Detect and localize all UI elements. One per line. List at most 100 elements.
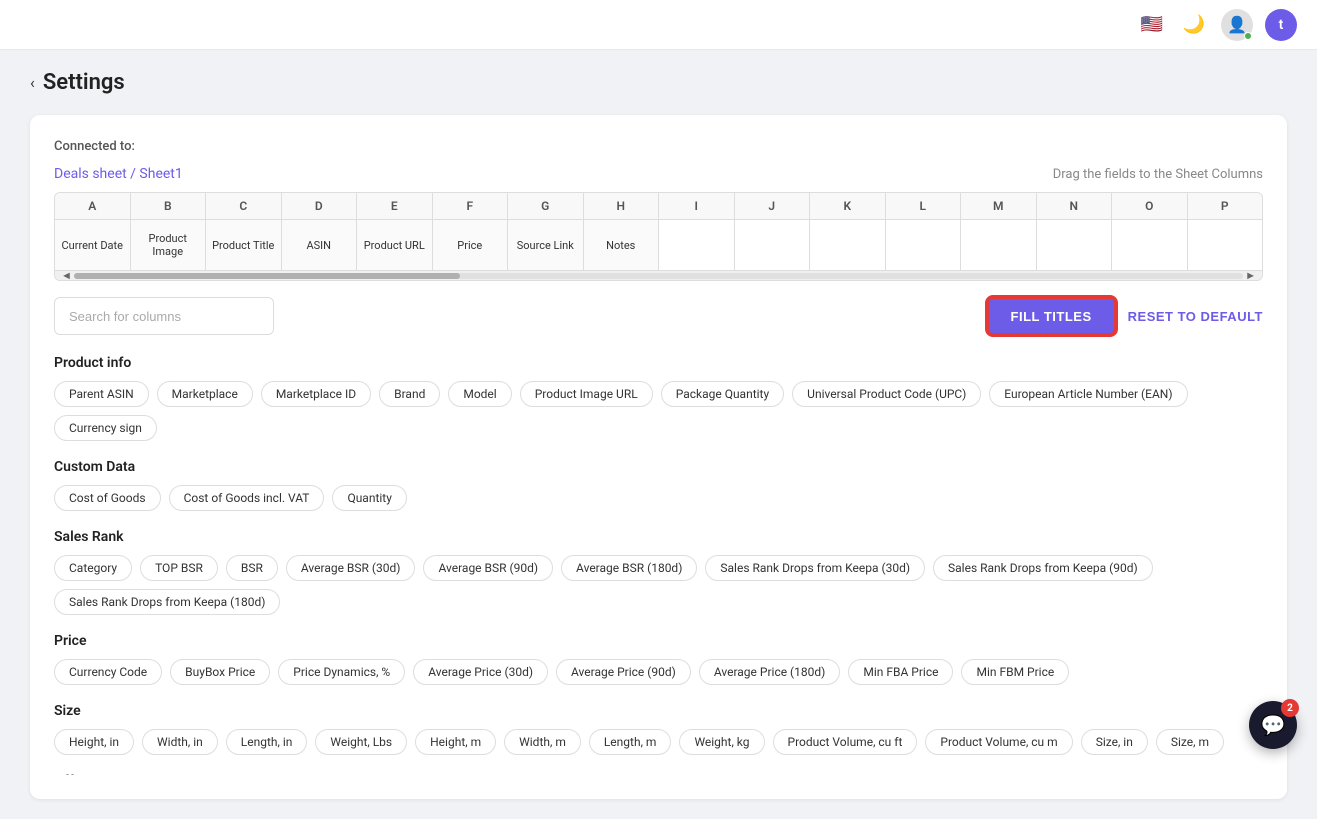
col-cell-h[interactable]: Notes xyxy=(584,220,660,270)
tag-item[interactable]: Average Price (180d) xyxy=(699,659,841,685)
tag-item[interactable]: Currency Code xyxy=(54,659,162,685)
section-title-product-info: Product info xyxy=(54,355,1259,371)
tag-item[interactable]: Weight, kg xyxy=(679,729,764,755)
col-cell-c[interactable]: Product Title xyxy=(206,220,282,270)
col-cell-f[interactable]: Price xyxy=(433,220,509,270)
section-title-custom-data: Custom Data xyxy=(54,459,1259,475)
col-cell-k xyxy=(810,220,886,270)
scroll-right-arrow[interactable]: ► xyxy=(1243,269,1258,281)
col-header-f: F xyxy=(433,193,509,219)
moon-icon[interactable]: 🌙 xyxy=(1179,10,1209,40)
chat-badge: 2 xyxy=(1281,699,1299,717)
tag-item[interactable]: Width, in xyxy=(142,729,218,755)
tag-item[interactable]: Average BSR (180d) xyxy=(561,555,697,581)
col-cell-b[interactable]: Product Image xyxy=(131,220,207,270)
tag-item[interactable]: TOP BSR xyxy=(140,555,218,581)
tag-item[interactable]: Brand xyxy=(379,381,440,407)
tag-item[interactable]: Model xyxy=(448,381,511,407)
col-header-i: I xyxy=(659,193,735,219)
tag-item[interactable]: Sales Rank Drops from Keepa (30d) xyxy=(705,555,925,581)
tag-item[interactable]: European Article Number (EAN) xyxy=(989,381,1187,407)
col-header-d: D xyxy=(282,193,358,219)
section-title-size: Size xyxy=(54,703,1259,719)
tag-item[interactable]: Sales Rank Drops from Keepa (180d) xyxy=(54,589,280,615)
fill-titles-button[interactable]: FILL TITLES xyxy=(987,297,1116,335)
tag-item[interactable]: Quantity xyxy=(332,485,406,511)
sheet-link-row: Deals sheet / Sheet1 Drag the fields to … xyxy=(54,166,1263,182)
tag-item[interactable]: Sales Rank Drops from Keepa (90d) xyxy=(933,555,1153,581)
tag-item[interactable]: Min FBM Price xyxy=(961,659,1069,685)
tag-item[interactable]: Size, m xyxy=(1156,729,1224,755)
page-container: ‹ Settings Connected to: Deals sheet / S… xyxy=(0,50,1317,819)
tag-item[interactable]: Average Price (30d) xyxy=(413,659,548,685)
chat-icon: 💬 xyxy=(1261,713,1286,737)
back-button[interactable]: ‹ xyxy=(30,73,35,92)
section-title-sales-rank: Sales Rank xyxy=(54,529,1259,545)
col-header-c: C xyxy=(206,193,282,219)
tag-item[interactable]: BuyBox Price xyxy=(170,659,270,685)
topbar: 🇺🇸 🌙 👤 t xyxy=(0,0,1317,50)
tag-item[interactable]: Cost of Goods xyxy=(54,485,161,511)
chat-bubble[interactable]: 💬 2 xyxy=(1249,701,1297,749)
tag-item[interactable]: Height, m xyxy=(415,729,496,755)
tag-item[interactable]: Package Quantity xyxy=(661,381,784,407)
tag-item[interactable]: Length, m xyxy=(589,729,672,755)
column-header-row: ABCDEFGHIJKLMNOP xyxy=(55,193,1262,220)
flag-icon[interactable]: 🇺🇸 xyxy=(1137,10,1167,40)
tag-item[interactable]: Width, m xyxy=(504,729,581,755)
col-header-l: L xyxy=(886,193,962,219)
tag-item[interactable]: Product Volume, cu m xyxy=(925,729,1072,755)
col-header-h: H xyxy=(584,193,660,219)
tag-item[interactable]: Product Volume, cu ft xyxy=(773,729,918,755)
tag-item[interactable]: Average BSR (90d) xyxy=(423,555,553,581)
col-cell-m xyxy=(961,220,1037,270)
tag-item[interactable]: Price Dynamics, % xyxy=(278,659,405,685)
col-cell-l xyxy=(886,220,962,270)
tag-item[interactable]: Average BSR (30d) xyxy=(286,555,416,581)
tag-item[interactable]: Category xyxy=(54,555,132,581)
tags-wrap-product-info: Parent ASIN Marketplace Marketplace ID Bran… xyxy=(54,381,1259,441)
col-cell-j xyxy=(735,220,811,270)
user-avatar[interactable]: 👤 xyxy=(1221,9,1253,41)
search-input[interactable] xyxy=(54,297,274,335)
section-title-price: Price xyxy=(54,633,1259,649)
drag-hint: Drag the fields to the Sheet Columns xyxy=(1053,167,1263,182)
col-cell-i xyxy=(659,220,735,270)
tag-item[interactable]: Product Image URL xyxy=(520,381,653,407)
tag-item[interactable]: Marketplace xyxy=(157,381,253,407)
tag-item[interactable]: Height, in xyxy=(54,729,134,755)
column-grid: ABCDEFGHIJKLMNOP Current DateProduct Ima… xyxy=(54,192,1263,281)
col-cell-n xyxy=(1037,220,1113,270)
tag-item[interactable]: Currency sign xyxy=(54,415,157,441)
col-header-k: K xyxy=(810,193,886,219)
tag-item[interactable]: Length, in xyxy=(226,729,308,755)
col-cell-a[interactable]: Current Date xyxy=(55,220,131,270)
reset-default-button[interactable]: RESET TO DEFAULT xyxy=(1128,309,1263,324)
tags-wrap-size: Height, in Width, in Length, in Weight, Lbs… xyxy=(54,729,1259,755)
tag-item[interactable]: Average Price (90d) xyxy=(556,659,691,685)
col-header-g: G xyxy=(508,193,584,219)
scrollbar-row[interactable]: ◄ ► xyxy=(55,270,1262,280)
tag-item[interactable]: Cost of Goods incl. VAT xyxy=(169,485,325,511)
tag-item[interactable]: Min FBA Price xyxy=(848,659,953,685)
col-header-o: O xyxy=(1112,193,1188,219)
settings-card: Connected to: Deals sheet / Sheet1 Drag … xyxy=(30,115,1287,799)
tag-item[interactable]: Weight, Lbs xyxy=(315,729,407,755)
col-header-e: E xyxy=(357,193,433,219)
col-cell-o xyxy=(1112,220,1188,270)
section-title-offers: Offers xyxy=(54,773,1259,775)
col-cell-d[interactable]: ASIN xyxy=(282,220,358,270)
user-initial-avatar[interactable]: t xyxy=(1265,9,1297,41)
sheet-link[interactable]: Deals sheet / Sheet1 xyxy=(54,166,183,182)
col-cell-g[interactable]: Source Link xyxy=(508,220,584,270)
tags-wrap-custom-data: Cost of Goods Cost of Goods incl. VAT Quan… xyxy=(54,485,1259,511)
col-cell-e[interactable]: Product URL xyxy=(357,220,433,270)
scrollbar-track xyxy=(74,273,1243,279)
scroll-left-arrow[interactable]: ◄ xyxy=(59,269,74,281)
tag-item[interactable]: Size, in xyxy=(1081,729,1148,755)
tag-item[interactable]: BSR xyxy=(226,555,278,581)
tag-item[interactable]: Marketplace ID xyxy=(261,381,371,407)
tag-item[interactable]: Universal Product Code (UPC) xyxy=(792,381,981,407)
page-header: ‹ Settings xyxy=(30,70,1287,95)
tag-item[interactable]: Parent ASIN xyxy=(54,381,149,407)
